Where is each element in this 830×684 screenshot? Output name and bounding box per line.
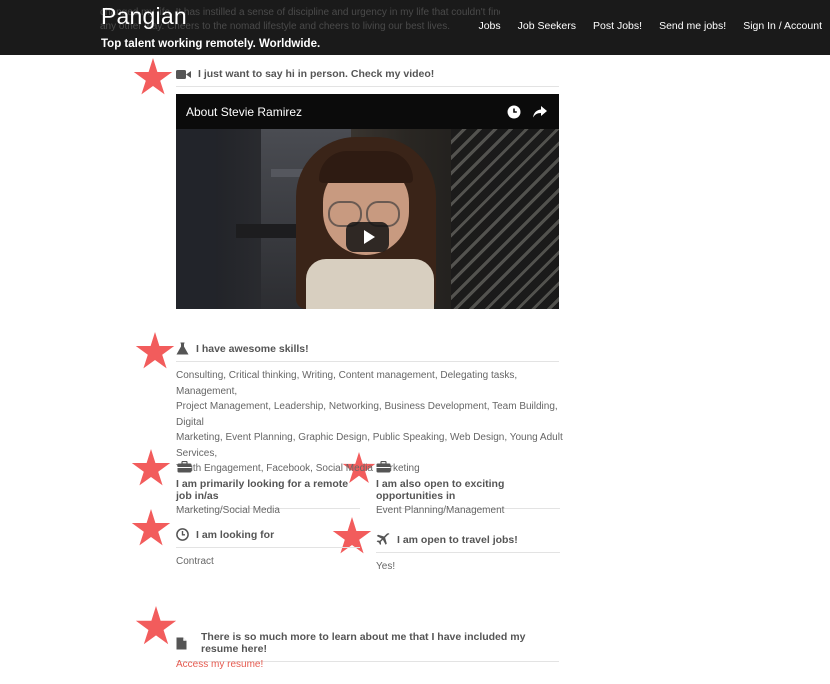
clock-icon [176,528,189,541]
document-icon [176,637,187,649]
looking-for-value: Contract [176,556,214,567]
star-marker [135,332,175,369]
nav-sign-in-account[interactable]: Sign In / Account [743,20,822,32]
tagline: Top talent working remotely. Worldwide. [101,38,321,50]
travel-heading: I am open to travel jobs! [376,533,560,553]
access-resume-link[interactable]: Access my resume! [176,657,263,673]
video-title[interactable]: About Stevie Ramirez [186,105,302,119]
open-to-heading-text: I am also open to exciting opportunities… [376,478,505,502]
nav-jobs[interactable]: Jobs [478,20,500,32]
travel-value: Yes! [376,561,396,572]
plane-icon [376,533,390,545]
play-icon[interactable] [346,222,389,252]
briefcase-icon [376,461,391,473]
primary-job-value: Marketing/Social Media [176,505,280,516]
star-marker [131,449,171,486]
video-player[interactable]: About Stevie Ramirez [176,94,559,309]
primary-job-heading-text: I am primarily looking for a remote job … [176,478,349,502]
briefcase-icon [177,461,192,473]
star-marker [135,606,177,645]
skills-line: Marketing, Event Planning, Graphic Desig… [176,432,563,459]
skills-heading-text: I have awesome skills! [196,342,309,355]
main-nav: Jobs Job Seekers Post Jobs! Send me jobs… [478,20,822,32]
star-marker [133,58,173,95]
star-marker [131,509,171,546]
resume-heading-text: There is so much more to learn about me … [201,631,526,655]
nav-send-me-jobs[interactable]: Send me jobs! [659,20,726,32]
skills-line: Consulting, Critical thinking, Writing, … [176,370,518,397]
nav-job-seekers[interactable]: Job Seekers [518,20,576,32]
share-icon[interactable] [533,105,547,118]
nav-post-jobs[interactable]: Post Jobs! [593,20,642,32]
travel-heading-text: I am open to travel jobs! [397,533,518,546]
looking-for-heading-text: I am looking for [196,528,275,541]
skills-section-heading: I have awesome skills! [176,342,559,362]
video-top-bar: About Stevie Ramirez [176,94,559,129]
video-section-heading: I just want to say hi in person. Check m… [176,68,559,87]
video-camera-icon [176,69,191,79]
video-heading-text: I just want to say hi in person. Check m… [198,68,435,80]
skills-line: Project Management, Leadership, Networki… [176,401,558,428]
flask-icon [176,342,189,355]
brand-logo[interactable]: Pangian [101,3,187,30]
clock-icon[interactable] [507,105,521,119]
open-to-value: Event Planning/Management [376,505,505,516]
site-header: changed my life. It has instilled a sens… [0,0,830,55]
looking-for-heading: I am looking for [176,528,360,548]
video-thumbnail [176,129,559,309]
